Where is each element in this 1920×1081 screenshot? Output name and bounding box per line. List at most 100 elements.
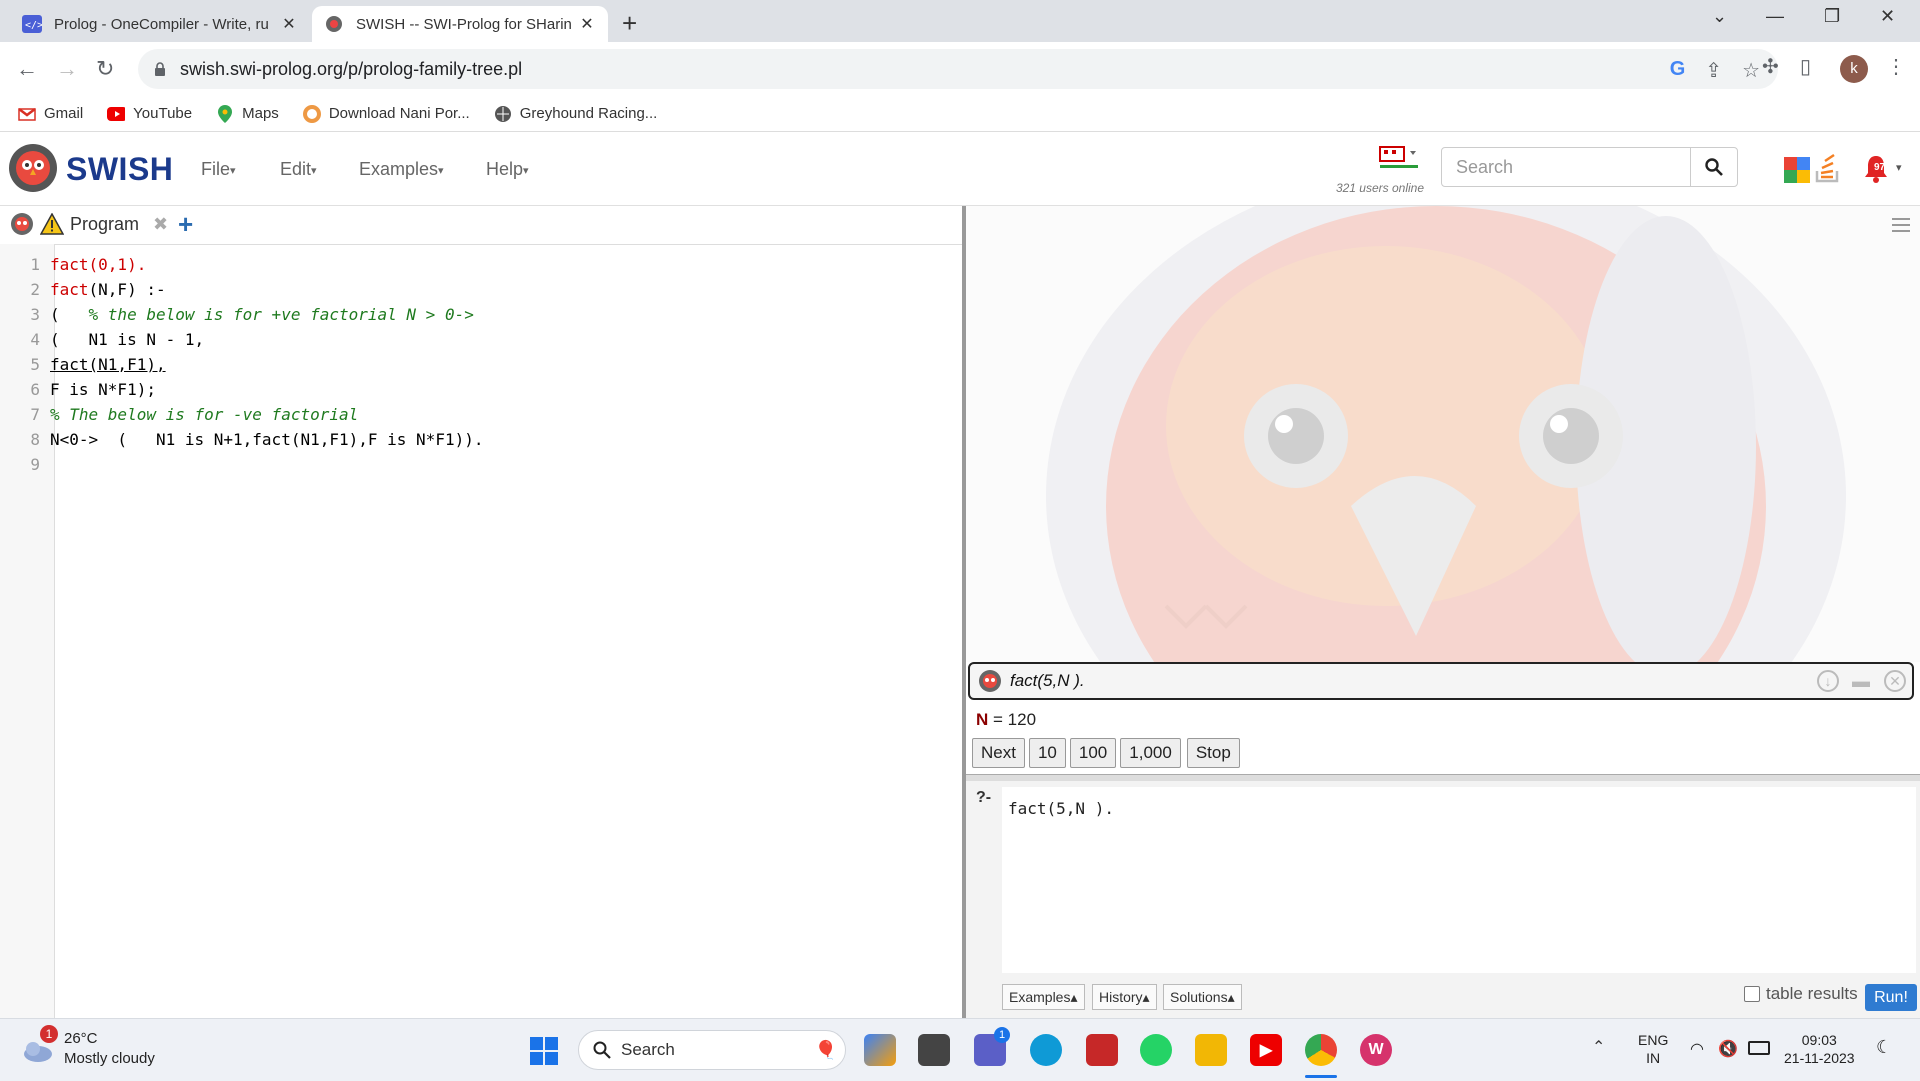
maps-icon	[216, 104, 234, 123]
menu-help[interactable]: Help▾	[486, 159, 529, 180]
new-tab-icon[interactable]: +	[622, 8, 637, 39]
address-bar[interactable]: swish.swi-prolog.org/p/prolog-family-tre…	[138, 49, 1778, 89]
menu-examples[interactable]: Examples▾	[359, 159, 444, 180]
search-icon	[1705, 158, 1723, 176]
line-number: 4	[30, 330, 40, 349]
run-button[interactable]: Run!	[1865, 984, 1917, 1011]
close-icon[interactable]: ✕	[1884, 670, 1906, 692]
bookmark-greyhound[interactable]: Greyhound Racing...	[494, 105, 657, 123]
extensions-icon[interactable]: ✣	[1762, 54, 1779, 79]
swish-logo-icon[interactable]	[6, 141, 60, 195]
profile-avatar[interactable]: k	[1840, 55, 1868, 83]
close-tab-icon[interactable]: ✕	[280, 14, 298, 34]
wps-office-icon[interactable]: W	[1360, 1034, 1392, 1066]
code-text: N<0-> ( N1 is N+1,fact(N1,F1),F is N*F1)…	[50, 430, 484, 449]
show-hidden-icons-chevron-icon[interactable]: ⌃	[1592, 1037, 1605, 1057]
code-comment: % The below is for -ve factorial	[50, 405, 359, 424]
examples-dropdown-button[interactable]: Examples▴	[1002, 984, 1085, 1010]
menu-file[interactable]: File▾	[201, 159, 236, 180]
download-icon[interactable]: ↓	[1817, 670, 1839, 692]
code-token: fact	[50, 280, 89, 299]
code-editor[interactable]: 1 fact(0,1). 2 fact(N,F) :- 3 ( % the below…	[0, 252, 483, 477]
notifications-bell[interactable]: 975 ▾	[1862, 153, 1906, 185]
side-panel-icon[interactable]: ▯	[1800, 54, 1811, 79]
query-input-text: fact(5,N ).	[1008, 799, 1114, 818]
youtube-app-icon[interactable]: ▶	[1250, 1034, 1282, 1066]
google-login-icon[interactable]	[1784, 157, 1810, 183]
caret-down-icon: ▾	[523, 164, 529, 177]
weather-widget[interactable]: 1 26°C Mostly cloudy	[20, 1025, 155, 1069]
svg-text:</>: </>	[25, 20, 42, 31]
forward-icon[interactable]: →	[56, 56, 78, 82]
hamburger-menu-icon[interactable]	[1892, 214, 1910, 236]
menu-edit[interactable]: Edit▾	[280, 159, 317, 180]
next-100-button[interactable]: 100	[1069, 738, 1117, 768]
result-value: = 120	[988, 710, 1037, 729]
browser-tab-swish[interactable]: SWISH -- SWI-Prolog for SHarin ✕	[312, 6, 608, 42]
code-line: 7 % The below is for -ve factorial	[0, 402, 483, 427]
tab-program[interactable]: Program ✖	[10, 212, 168, 236]
search-button[interactable]	[1690, 147, 1738, 187]
swish-brand[interactable]: SWISH	[66, 151, 173, 188]
table-results-option[interactable]: table results	[1744, 984, 1858, 1004]
swish-favicon-icon	[324, 14, 344, 34]
bookmark-youtube[interactable]: YouTube	[107, 105, 192, 123]
restore-icon[interactable]: ❐	[1824, 6, 1840, 27]
solutions-dropdown-button[interactable]: Solutions▴	[1163, 984, 1242, 1010]
close-window-icon[interactable]: ✕	[1880, 6, 1895, 27]
volume-muted-icon[interactable]: 🔇	[1718, 1039, 1738, 1059]
back-icon[interactable]: ←	[16, 56, 38, 82]
close-tab-icon[interactable]: ✖	[153, 214, 168, 235]
next-button[interactable]: Next	[972, 738, 1025, 768]
reload-icon[interactable]: ↻	[96, 56, 114, 82]
line-number: 7	[30, 405, 40, 424]
copilot-icon[interactable]	[864, 1034, 896, 1066]
code-line: 8 N<0-> ( N1 is N+1,fact(N1,F1),F is N*F1…	[0, 427, 483, 452]
bookmark-star-icon[interactable]: ☆	[1742, 58, 1760, 83]
search-input[interactable]: Search	[1441, 147, 1691, 187]
pane-divider[interactable]	[966, 774, 1920, 781]
windows-start-icon[interactable]	[530, 1037, 558, 1065]
clock[interactable]: 09:03 21-11-2023	[1784, 1031, 1855, 1067]
solution-buttons: Next 10 100 1,000 Stop	[972, 738, 1240, 768]
youtube-icon	[107, 105, 126, 123]
add-tab-icon[interactable]: +	[178, 209, 193, 240]
tab-search-chevron-icon[interactable]: ⌄	[1712, 6, 1727, 27]
stackoverflow-icon[interactable]	[1814, 153, 1840, 183]
code-text: fact(N,F) :-	[50, 277, 166, 302]
kebab-menu-icon[interactable]: ⋮	[1886, 54, 1906, 79]
bookmark-label: Gmail	[44, 105, 84, 122]
taskbar-search[interactable]: Search 🎈	[578, 1030, 846, 1070]
minimize-icon[interactable]: —	[1766, 6, 1784, 27]
whatsapp-icon[interactable]	[1140, 1034, 1172, 1066]
user-profile-icon[interactable]	[1378, 143, 1418, 173]
battery-icon[interactable]	[1748, 1041, 1770, 1055]
code-token: (N,F) :-	[88, 280, 166, 299]
bookmark-gmail[interactable]: Gmail	[18, 105, 83, 123]
swish-query-icon	[979, 670, 1001, 692]
next-1000-button[interactable]: 1,000	[1120, 738, 1181, 768]
google-icon[interactable]: G	[1670, 58, 1686, 83]
query-input[interactable]: fact(5,N ).	[1002, 787, 1916, 973]
task-view-icon[interactable]	[918, 1034, 950, 1066]
table-results-checkbox[interactable]	[1744, 986, 1760, 1002]
line-number: 1	[30, 255, 40, 274]
edge-icon[interactable]	[1030, 1034, 1062, 1066]
wifi-icon[interactable]: ◠	[1690, 1039, 1704, 1059]
code-text: F is N*F1);	[50, 380, 156, 399]
notification-center-icon[interactable]: ☾	[1876, 1037, 1892, 1058]
file-explorer-icon[interactable]	[1195, 1034, 1227, 1066]
close-tab-icon[interactable]: ✕	[578, 14, 596, 34]
search-icon	[593, 1041, 611, 1059]
stop-button[interactable]: Stop	[1186, 738, 1240, 768]
bookmark-maps[interactable]: Maps	[216, 104, 279, 123]
language-indicator[interactable]: ENG IN	[1638, 1031, 1668, 1067]
chrome-icon[interactable]	[1305, 1034, 1337, 1066]
bookmark-download[interactable]: Download Nani Por...	[302, 104, 470, 123]
browser-tab-onecompiler[interactable]: </> Prolog - OneCompiler - Write, ru ✕	[10, 6, 310, 42]
mcafee-icon[interactable]	[1086, 1034, 1118, 1066]
history-dropdown-button[interactable]: History▴	[1092, 984, 1157, 1010]
minimize-icon[interactable]: ▬	[1852, 671, 1870, 692]
next-10-button[interactable]: 10	[1028, 738, 1066, 768]
share-icon[interactable]: ⇪	[1705, 58, 1722, 83]
